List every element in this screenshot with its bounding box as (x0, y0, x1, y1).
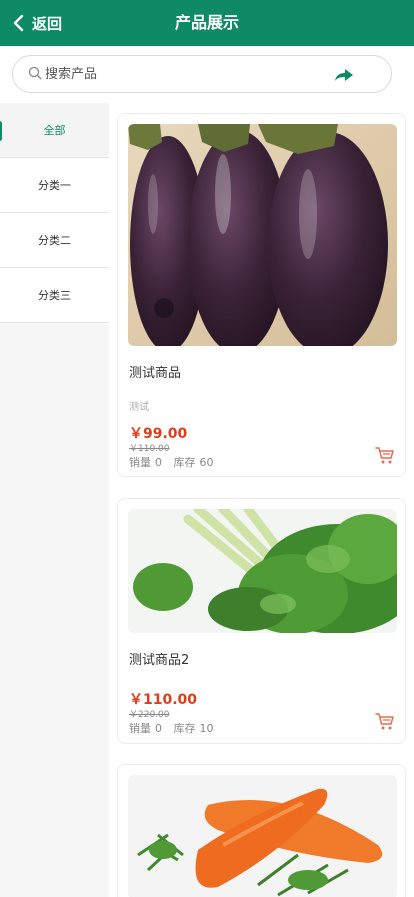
product-price: ￥110.00 (129, 692, 198, 708)
product-card[interactable]: 测试商品 测试 ￥99.00 ￥110.00 销量 0 库存 60 (117, 113, 406, 477)
category-label: 分类三 (38, 289, 71, 302)
search-input[interactable] (45, 62, 325, 86)
carrot-image (128, 775, 397, 897)
page-title: 产品展示 (174, 13, 239, 32)
stock-label: 库存 (173, 456, 196, 469)
category-sidebar: 全部 分类一 分类二 分类三 (0, 103, 109, 897)
search-bar (12, 55, 392, 93)
sales-label: 销量 (129, 456, 151, 469)
cart-icon[interactable] (375, 711, 395, 731)
category-item-1[interactable]: 分类一 (0, 158, 109, 213)
celery-image (128, 509, 397, 633)
category-item-all[interactable]: 全部 (0, 103, 109, 158)
sales-label: 销量 (129, 722, 151, 735)
sales-count: 0 (155, 456, 162, 469)
search-icon (28, 66, 42, 80)
product-meta: 销量 0 库存 60 (129, 454, 222, 470)
product-card[interactable]: 测试商品2 ￥110.00 ￥220.00 销量 0 库存 10 (117, 498, 406, 744)
category-item-2[interactable]: 分类二 (0, 213, 109, 268)
share-arrow-icon[interactable] (334, 68, 354, 82)
eggplant-image (128, 124, 397, 346)
product-original-price: ￥220.00 (129, 710, 170, 720)
cart-icon[interactable] (375, 445, 395, 465)
product-price: ￥99.00 (129, 426, 188, 442)
stock-label: 库存 (173, 722, 196, 735)
chevron-left-icon (13, 14, 24, 32)
product-card[interactable] (117, 764, 406, 897)
stock-count: 10 (199, 722, 214, 735)
category-item-3[interactable]: 分类三 (0, 268, 109, 323)
category-label: 全部 (43, 124, 66, 137)
product-name: 测试商品 (129, 366, 182, 381)
stock-count: 60 (199, 456, 214, 469)
sales-count: 0 (155, 722, 162, 735)
product-meta: 销量 0 库存 10 (129, 720, 222, 736)
product-desc: 测试 (129, 402, 149, 413)
category-label: 分类二 (38, 234, 71, 247)
product-name: 测试商品2 (129, 653, 190, 668)
back-label: 返回 (32, 14, 63, 33)
category-label: 分类一 (38, 179, 71, 192)
app-header: 返回 产品展示 (0, 0, 414, 46)
product-original-price: ￥110.00 (129, 444, 170, 454)
back-button[interactable]: 返回 (12, 0, 62, 46)
